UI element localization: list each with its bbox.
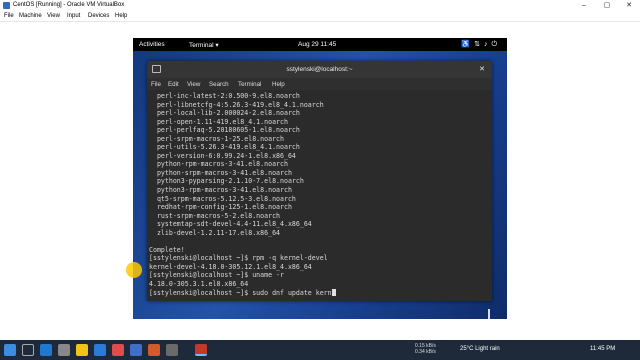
chrome-icon[interactable]: [112, 344, 124, 356]
menu-view[interactable]: View: [47, 13, 60, 19]
terminal-menu-help[interactable]: Help: [272, 81, 285, 88]
terminal-line: kernel-devel-4.18.0-305.12.1.el8_4.x86_6…: [149, 262, 312, 271]
app-menu-terminal[interactable]: Terminal ▾: [189, 41, 219, 49]
virtualbox-app-icon: [3, 2, 10, 9]
terminal-line: python-srpm-macros-3-41.el8.noarch: [149, 168, 292, 177]
terminal-line: perl-open-1.11-419.el8_4.1.noarch: [149, 117, 288, 126]
terminal-prompt-line[interactable]: [sstylenski@localhost ~]$ sudo dnf updat…: [149, 288, 492, 298]
menu-help[interactable]: Help: [115, 13, 127, 19]
prompt-command-text: [sstylenski@localhost ~]$ sudo dnf updat…: [149, 288, 332, 297]
accessibility-icon[interactable]: ♿: [461, 41, 474, 48]
virtualbox-titlebar: CentOS [Running] - Oracle VM VirtualBox …: [0, 0, 640, 11]
power-icon[interactable]: ⏻: [491, 41, 501, 48]
terminal-line: rust-srpm-macros-5-2.el8.noarch: [149, 211, 281, 220]
terminal-line: [sstylenski@localhost ~]$ uname -r: [149, 271, 284, 280]
menu-file[interactable]: File: [4, 13, 14, 19]
new-tab-icon[interactable]: [152, 65, 161, 73]
terminal-line: qt5-srpm-macros-5.12.5-3.el8.noarch: [149, 194, 296, 203]
net-download: 0.34 kB/s: [415, 349, 436, 355]
powerpoint-icon[interactable]: [148, 344, 160, 356]
menu-input[interactable]: Input: [67, 13, 80, 19]
file-explorer-icon[interactable]: [76, 344, 88, 356]
menu-devices[interactable]: Devices: [88, 13, 109, 19]
terminal-line: perl-inc-latest-2:0.500-9.el8.noarch: [149, 92, 300, 100]
system-tray-icons[interactable]: ♿⇅♪⏻: [461, 40, 501, 49]
terminal-line: Complete!: [149, 245, 185, 254]
terminal-scrollbar[interactable]: [488, 309, 490, 319]
edge-browser-icon[interactable]: [40, 344, 52, 356]
mail-icon[interactable]: [94, 344, 106, 356]
text-cursor: [331, 288, 336, 296]
terminal-menu-search[interactable]: Search: [209, 81, 229, 88]
terminal-menu-edit[interactable]: Edit: [168, 81, 179, 88]
terminal-line: python-rpm-macros-3-41.el8.noarch: [149, 160, 288, 169]
window-title: CentOS [Running] - Oracle VM VirtualBox: [13, 2, 125, 8]
terminal-close-icon[interactable]: ✕: [479, 61, 485, 78]
terminal-line: [sstylenski@localhost ~]$ rpm -q kernel-…: [149, 254, 328, 263]
windows-taskbar: 0.15 kB/s 0.34 kB/s 25°C Light rain 11:45…: [0, 340, 640, 360]
taskbar-clock[interactable]: 11:45 PM: [590, 346, 615, 352]
search-icon[interactable]: [22, 344, 34, 356]
terminal-line: perl-libnetcfg-4:5.26.3-419.el8_4.1.noar…: [149, 100, 324, 109]
word-icon[interactable]: [130, 344, 142, 356]
start-icon[interactable]: [4, 344, 16, 356]
terminal-menubar: File Edit View Search Terminal Help: [147, 78, 492, 90]
virtualbox-taskbar-icon[interactable]: [195, 344, 207, 356]
terminal-titlebar[interactable]: sstylenski@localhost:~ ✕: [147, 61, 492, 78]
terminal-line: zlib-devel-1.2.11-17.el8.x86_64: [149, 228, 281, 237]
terminal-line: systemtap-sdt-devel-4.4-11.el8_4.x86_64: [149, 220, 312, 229]
guest-screen[interactable]: Activities Terminal ▾ Aug 29 11:45 ♿⇅♪⏻ …: [133, 38, 507, 319]
terminal-title: sstylenski@localhost:~: [286, 66, 353, 73]
weather-widget[interactable]: 25°C Light rain: [460, 346, 500, 352]
virtualbox-menubar: File Machine View Input Devices Help: [0, 11, 640, 22]
task-view-icon[interactable]: [58, 344, 70, 356]
maximize-icon[interactable]: ▢: [596, 0, 618, 11]
terminal-menu-view[interactable]: View: [187, 81, 200, 88]
terminal-menu-terminal[interactable]: Terminal: [238, 81, 261, 88]
gnome-clock[interactable]: Aug 29 11:45: [298, 41, 336, 48]
terminal-line: perl-perlfaq-5.20180605-1.el8.noarch: [149, 126, 300, 135]
gnome-top-bar: Activities Terminal ▾ Aug 29 11:45 ♿⇅♪⏻: [133, 38, 507, 51]
terminal-output[interactable]: perl-inc-latest-2:0.500-9.el8.noarch per…: [147, 90, 492, 301]
terminal-lines: perl-inc-latest-2:0.500-9.el8.noarch per…: [149, 92, 492, 289]
activities-button[interactable]: Activities: [139, 41, 165, 48]
app-icon[interactable]: [166, 344, 178, 356]
terminal-line: perl-utils-5.26.3-419.el8_4.1.noarch: [149, 143, 300, 152]
minimize-icon[interactable]: –: [573, 0, 595, 11]
terminal-line: python3-rpm-macros-3-41.el8.noarch: [149, 186, 292, 195]
network-speed: 0.15 kB/s 0.34 kB/s: [415, 343, 436, 355]
menu-machine[interactable]: Machine: [19, 13, 42, 19]
terminal-line: 4.18.0-305.3.1.el8.x86_64: [149, 280, 249, 289]
terminal-line: redhat-rpm-config-125-1.el8.noarch: [149, 203, 292, 212]
terminal-line: python3-pyparsing-2.1.10-7.el8.noarch: [149, 177, 304, 186]
click-highlight-indicator: [126, 262, 142, 278]
terminal-line: perl-version-6:0.99.24-1.el8.x86_64: [149, 151, 296, 160]
network-icon[interactable]: ⇅: [474, 41, 484, 48]
close-icon[interactable]: ✕: [618, 0, 640, 11]
terminal-line: perl-srpm-macros-1-25.el8.noarch: [149, 134, 284, 143]
terminal-window[interactable]: sstylenski@localhost:~ ✕ File Edit View …: [147, 61, 492, 319]
terminal-line: perl-local-lib-2.000024-2.el8.noarch: [149, 109, 300, 118]
terminal-menu-file[interactable]: File: [151, 81, 161, 88]
